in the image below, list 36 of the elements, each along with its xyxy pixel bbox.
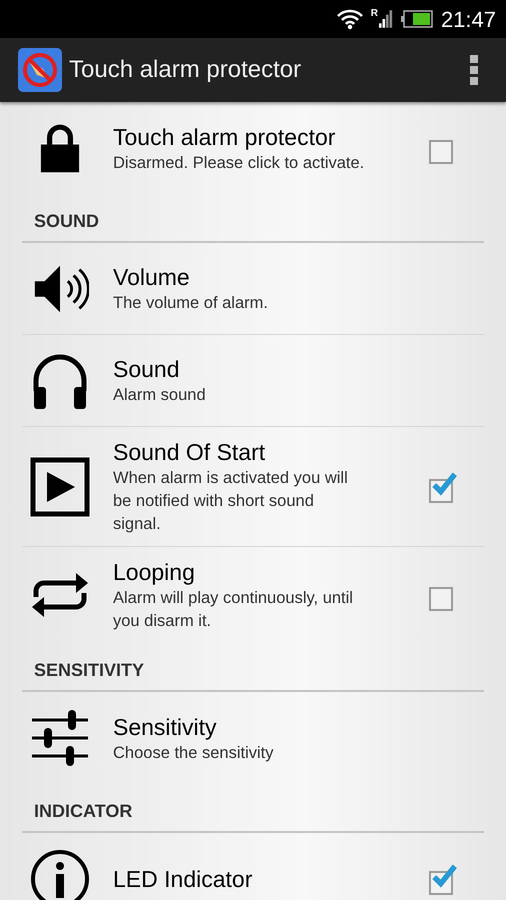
- item-summary: The volume of alarm.: [113, 293, 269, 314]
- info-icon: [30, 849, 90, 900]
- item-summary: Alarm sound: [113, 385, 207, 406]
- preference-item[interactable]: Sensitivity Choose the sensitivity: [22, 692, 484, 784]
- overflow-menu-icon[interactable]: [470, 55, 478, 85]
- play-icon: [30, 456, 90, 516]
- item-title: LED Indicator: [113, 865, 254, 894]
- section-header: SENSITIVITY: [22, 643, 484, 692]
- app-logo-icon: [17, 47, 63, 93]
- preference-item[interactable]: Touch alarm protector Disarmed. Please click to activate.: [22, 102, 484, 194]
- item-title: Volume: [113, 263, 191, 292]
- checkbox[interactable]: [428, 470, 458, 502]
- battery-icon: [400, 10, 433, 28]
- item-title: Sound: [113, 355, 181, 384]
- preference-item[interactable]: Sound Alarm sound: [22, 335, 484, 427]
- item-title: Sensitivity: [113, 712, 218, 742]
- section-header: SOUND: [22, 194, 484, 243]
- wifi-icon: [336, 8, 363, 30]
- item-title: Sound Of Start: [113, 438, 266, 467]
- item-title: Looping: [113, 558, 196, 587]
- app-title: Touch alarm protector: [69, 55, 302, 85]
- item-summary: Choose the sensitivity: [113, 742, 274, 764]
- preference-item[interactable]: Looping Alarm will play continuously, until you disarm it.: [22, 547, 484, 643]
- clock: 21:47: [440, 6, 496, 34]
- roaming-indicator: R: [370, 9, 378, 19]
- item-summary: Alarm will play continuously, until you disarm it.: [113, 588, 354, 632]
- section-header: INDICATOR: [22, 784, 484, 833]
- signal-icon: [378, 9, 393, 29]
- item-summary: When alarm is activated you will be notified with short sound signal.: [113, 468, 349, 535]
- item-title: Touch alarm protector: [113, 122, 336, 152]
- preference-item[interactable]: Sound Of Start When alarm is activated you will be notified with short sound signal.: [22, 427, 484, 547]
- preference-item[interactable]: Volume The volume of alarm.: [22, 243, 484, 335]
- preference-item[interactable]: LED Indicator: [22, 833, 484, 900]
- item-summary: Disarmed. Please click to activate.: [113, 152, 365, 174]
- sliders-icon: [30, 708, 90, 768]
- checkbox[interactable]: [428, 863, 458, 895]
